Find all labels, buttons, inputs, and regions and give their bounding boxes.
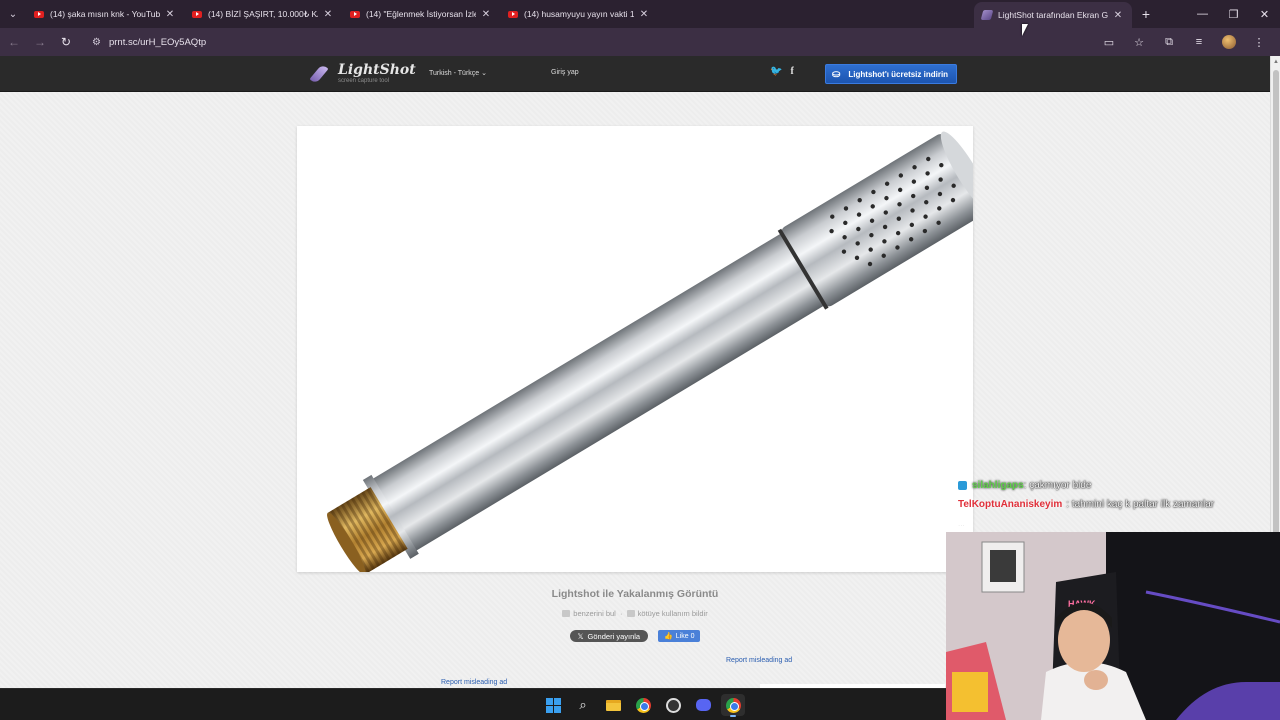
- like-button[interactable]: 👍 Like 0: [658, 630, 701, 642]
- minimize-icon[interactable]: —: [1187, 0, 1218, 28]
- reload-icon[interactable]: ↻: [54, 30, 78, 54]
- browser-tab[interactable]: (14) "Eğlenmek İstiyorsan İzle" ✕: [342, 0, 500, 28]
- thumbs-up-icon: 👍: [664, 633, 673, 640]
- scroll-up-icon[interactable]: ▲: [1273, 59, 1279, 65]
- streamer-webcam-image: HAWK: [946, 532, 1280, 720]
- image-actions: benzerini bul · kötüye kullanım bildir: [297, 609, 973, 618]
- chrome-active-icon[interactable]: [721, 694, 745, 717]
- like-label: Like 0: [675, 632, 695, 640]
- url-text: prnt.sc/urH_EOy5AQtp: [108, 36, 207, 48]
- profile-avatar[interactable]: [1222, 35, 1236, 49]
- social-links: 🐦 f: [770, 66, 794, 77]
- more-menu-icon[interactable]: ⋮: [1244, 30, 1274, 54]
- youtube-icon: [350, 10, 360, 18]
- address-bar[interactable]: ⚙ prnt.sc/urH_EOy5AQtp: [84, 31, 1104, 53]
- download-label: Lightshot'ı ücretsiz indirin: [848, 69, 949, 79]
- site-settings-icon[interactable]: ⚙: [92, 37, 101, 48]
- flag-icon: [626, 610, 635, 617]
- download-icon: ⛀: [832, 68, 841, 80]
- close-icon[interactable]: ✕: [164, 9, 176, 20]
- lightshot-logo[interactable]: LightShot screen capture tool: [312, 62, 416, 84]
- mouse-cursor-icon: [1022, 24, 1028, 36]
- youtube-icon: [34, 10, 44, 18]
- share-buttons: 𝕏 Gönderi yayınla 👍 Like 0: [297, 630, 973, 642]
- stream-chat-overlay: silahligaps : çakmıyor bide TelKoptuAnan…: [958, 476, 1258, 533]
- chat-username: silahligaps: [972, 480, 1024, 491]
- back-arrow-icon[interactable]: ←: [2, 30, 26, 54]
- screenshot-image[interactable]: [297, 126, 973, 572]
- shower-head-image: [327, 131, 973, 572]
- lightshot-icon: [982, 10, 992, 20]
- tweet-label: Gönderi yayınla: [587, 631, 641, 641]
- login-link[interactable]: Giriş yap: [551, 69, 579, 76]
- facebook-icon[interactable]: f: [790, 66, 793, 77]
- close-window-icon[interactable]: ✕: [1249, 0, 1280, 28]
- tab-strip: ⌄ (14) şaka mısın knk - YouTube ✕ (14) B…: [0, 0, 1280, 28]
- chat-message: TelKoptuAnaniskeyim : tahmini kaç k palt…: [958, 495, 1258, 514]
- close-icon[interactable]: ✕: [322, 9, 334, 20]
- close-icon[interactable]: ✕: [638, 9, 650, 20]
- chevron-down-icon: ⌄: [481, 70, 488, 77]
- camera-icon: [562, 610, 571, 617]
- window-controls: — ❐ ✕: [1187, 0, 1280, 28]
- chat-username: TelKoptuAnaniskeyim: [958, 499, 1063, 510]
- new-tab-icon[interactable]: +: [1132, 6, 1160, 22]
- report-abuse-link[interactable]: kötüye kullanım bildir: [638, 609, 708, 618]
- chat-badge-icon: [958, 481, 967, 490]
- tab-search-chevron-icon[interactable]: ⌄: [0, 0, 26, 28]
- forward-arrow-icon[interactable]: →: [28, 30, 52, 54]
- close-icon[interactable]: ✕: [480, 9, 492, 20]
- chat-message: silahligaps : çakmıyor bide: [958, 476, 1258, 495]
- x-icon: 𝕏: [577, 631, 584, 641]
- language-selector[interactable]: Turkish - Türkçe ⌄: [429, 69, 487, 77]
- browser-tab[interactable]: (14) şaka mısın knk - YouTube ✕: [26, 0, 184, 28]
- logo-name: LightShot: [338, 61, 416, 78]
- browser-toolbar: ← → ↻ ⚙ prnt.sc/urH_EOy5AQtp ▭ ☆ ⧉ ≡ ⋮: [0, 28, 1280, 56]
- taskbar-icons: ⌕: [541, 694, 745, 717]
- download-button[interactable]: ⛀ Lightshot'ı ücretsiz indirin: [825, 64, 957, 84]
- youtube-icon: [192, 10, 202, 18]
- taskbar: ⌕: [0, 688, 946, 720]
- feather-icon: [312, 62, 334, 84]
- report-ad-link[interactable]: Report misleading ad: [726, 657, 792, 664]
- lightshot-header: LightShot screen capture tool Turkish - …: [0, 56, 1270, 92]
- media-controls-icon[interactable]: ≡: [1184, 30, 1214, 54]
- search-icon[interactable]: ⌕: [571, 694, 595, 716]
- discord-icon[interactable]: [691, 694, 715, 716]
- image-caption: Lightshot ile Yakalanmış Görüntü: [551, 588, 719, 600]
- tab-title: (14) şaka mısın knk - YouTube: [50, 9, 160, 19]
- logo-tagline: screen capture tool: [338, 77, 390, 84]
- chrome-icon[interactable]: [631, 694, 655, 716]
- tab-title: (14) husamyuyu yayın vakti 15: [524, 9, 634, 19]
- chat-text: : çakmıyor bide: [1023, 480, 1092, 491]
- youtube-icon: [508, 10, 518, 18]
- language-label: Turkish - Türkçe: [429, 70, 480, 77]
- report-ad-link[interactable]: Report misleading ad: [441, 679, 507, 686]
- extensions-icon[interactable]: ⧉: [1154, 30, 1184, 54]
- restore-icon[interactable]: ❐: [1218, 0, 1249, 28]
- find-similar-link[interactable]: benzerini bul: [573, 609, 616, 618]
- toolbar-actions: ▭ ☆ ⧉ ≡ ⋮: [1094, 30, 1274, 54]
- browser-tab-active[interactable]: LightShot tarafından Ekran Görüntüsü ✕: [974, 2, 1132, 28]
- tab-title: LightShot tarafından Ekran Görüntüsü: [998, 10, 1108, 20]
- start-windows-icon[interactable]: [541, 694, 565, 716]
- install-app-icon[interactable]: ▭: [1094, 30, 1124, 54]
- webcam-overlay: HAWK: [946, 532, 1280, 720]
- bookmark-star-icon[interactable]: ☆: [1124, 30, 1154, 54]
- file-explorer-icon[interactable]: [601, 694, 625, 716]
- browser-tab[interactable]: (14) husamyuyu yayın vakti 15 ✕: [500, 0, 658, 28]
- tab-title: (14) "Eğlenmek İstiyorsan İzle": [366, 9, 476, 19]
- browser-tab[interactable]: (14) BİZİ ŞAŞIRT, 10.000₺ KAZAN ✕: [184, 0, 342, 28]
- obs-icon[interactable]: [661, 694, 685, 716]
- close-icon[interactable]: ✕: [1112, 10, 1124, 21]
- twitter-icon[interactable]: 🐦: [770, 66, 782, 77]
- chat-message: ...: [958, 514, 1258, 533]
- chat-text: : tahmini kaç k paltar ilk zamanlar: [1066, 499, 1215, 510]
- tweet-button[interactable]: 𝕏 Gönderi yayınla: [569, 630, 649, 642]
- tab-title: (14) BİZİ ŞAŞIRT, 10.000₺ KAZAN: [208, 8, 318, 19]
- chat-text-faded: ...: [958, 519, 965, 528]
